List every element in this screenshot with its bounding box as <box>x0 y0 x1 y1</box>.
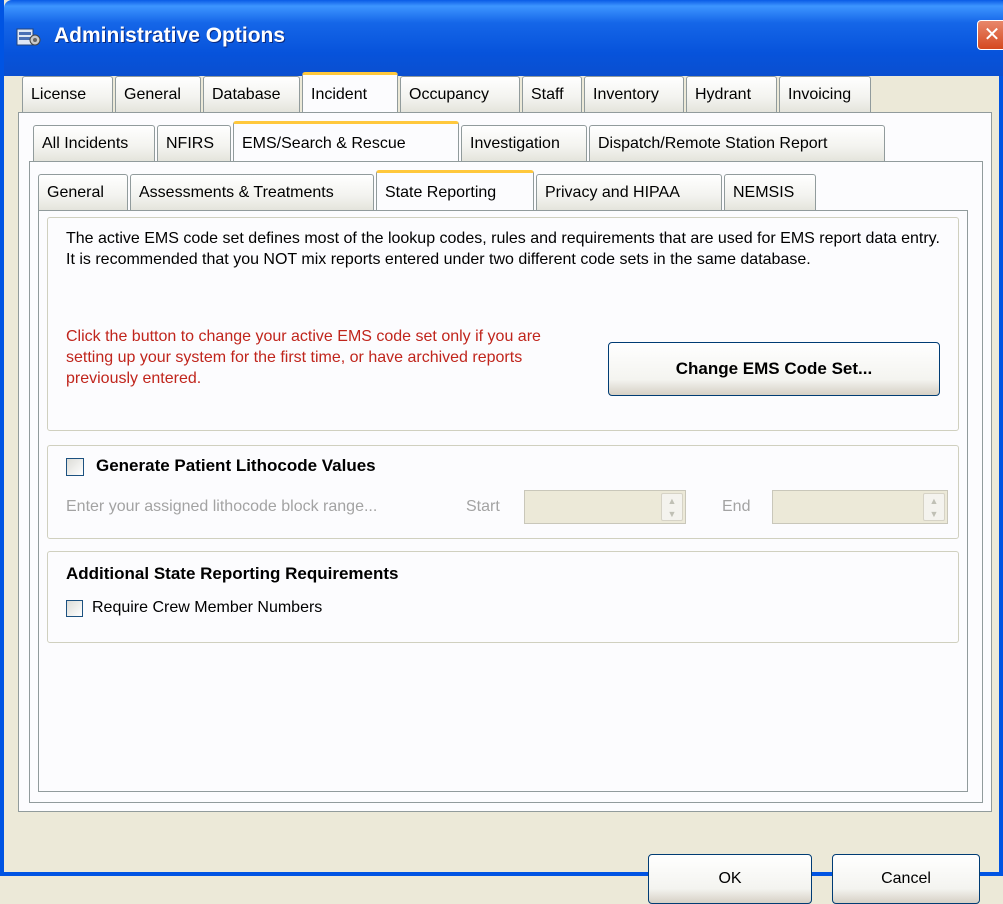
tabs-row2: All Incidents NFIRS EMS/Search & Rescue … <box>33 121 887 161</box>
spin-down-icon: ▼ <box>929 508 939 519</box>
tab-general[interactable]: General <box>115 76 201 112</box>
incident-panel: All Incidents NFIRS EMS/Search & Rescue … <box>18 112 992 812</box>
ok-button[interactable]: OK <box>648 854 812 904</box>
tabs-row1: License General Database Incident Occupa… <box>22 72 873 112</box>
change-ems-code-set-button[interactable]: Change EMS Code Set... <box>608 342 940 396</box>
additional-requirements-group: Additional State Reporting Requirements … <box>47 551 959 643</box>
end-spinbox[interactable]: ▲ ▼ <box>772 490 948 524</box>
dialog-window: Administrative Options ✕ License General… <box>0 0 1003 904</box>
tab-license[interactable]: License <box>22 76 113 112</box>
title-bar[interactable]: Administrative Options ✕ <box>4 0 1003 76</box>
tab-invoicing[interactable]: Invoicing <box>779 76 871 112</box>
additional-heading: Additional State Reporting Requirements <box>66 564 399 583</box>
app-settings-icon <box>16 28 41 46</box>
tab-database[interactable]: Database <box>203 76 300 112</box>
crew-member-checkbox[interactable] <box>66 600 83 617</box>
tab-nfirs[interactable]: NFIRS <box>157 125 231 161</box>
start-spinbox[interactable]: ▲ ▼ <box>524 490 686 524</box>
tab-occupancy[interactable]: Occupancy <box>400 76 520 112</box>
start-spin-arrows[interactable]: ▲ ▼ <box>661 493 683 521</box>
code-set-warning: Click the button to change your active E… <box>66 328 541 387</box>
code-set-description: The active EMS code set defines most of … <box>66 230 940 268</box>
tab-all-incidents[interactable]: All Incidents <box>33 125 155 161</box>
tab-hydrant[interactable]: Hydrant <box>686 76 777 112</box>
lithocode-group: Generate Patient Lithocode Values Enter … <box>47 445 959 539</box>
tabs-row3: General Assessments & Treatments State R… <box>38 170 818 210</box>
window-title: Administrative Options <box>54 24 286 47</box>
dialog-client: License General Database Incident Occupa… <box>8 72 995 904</box>
cancel-button[interactable]: Cancel <box>832 854 980 904</box>
tab-dispatch-remote[interactable]: Dispatch/Remote Station Report <box>589 125 885 161</box>
state-reporting-panel: The active EMS code set defines most of … <box>38 210 968 792</box>
spin-down-icon: ▼ <box>667 508 677 519</box>
tab-incident[interactable]: Incident <box>302 72 398 112</box>
tab-state-reporting[interactable]: State Reporting <box>376 170 534 210</box>
tab-ems-general[interactable]: General <box>38 174 128 210</box>
code-set-group: The active EMS code set defines most of … <box>47 217 959 431</box>
tab-nemsis[interactable]: NEMSIS <box>724 174 816 210</box>
ems-panel: General Assessments & Treatments State R… <box>29 161 983 803</box>
lithocode-label: Generate Patient Lithocode Values <box>96 456 376 475</box>
tab-staff[interactable]: Staff <box>522 76 582 112</box>
tab-ems-search-rescue[interactable]: EMS/Search & Rescue <box>233 121 459 161</box>
lithocode-hint: Enter your assigned lithocode block rang… <box>66 498 378 515</box>
spin-up-icon: ▲ <box>929 495 939 506</box>
end-spin-arrows[interactable]: ▲ ▼ <box>923 493 945 521</box>
tab-privacy-hipaa[interactable]: Privacy and HIPAA <box>536 174 722 210</box>
start-label: Start <box>466 498 500 515</box>
spin-up-icon: ▲ <box>667 495 677 506</box>
tab-inventory[interactable]: Inventory <box>584 76 684 112</box>
tab-investigation[interactable]: Investigation <box>461 125 587 161</box>
tab-assessments-treatments[interactable]: Assessments & Treatments <box>130 174 374 210</box>
close-button[interactable]: ✕ <box>977 20 1003 50</box>
crew-member-label[interactable]: Require Crew Member Numbers <box>92 599 322 617</box>
end-label: End <box>722 498 751 515</box>
lithocode-checkbox[interactable] <box>66 458 84 476</box>
